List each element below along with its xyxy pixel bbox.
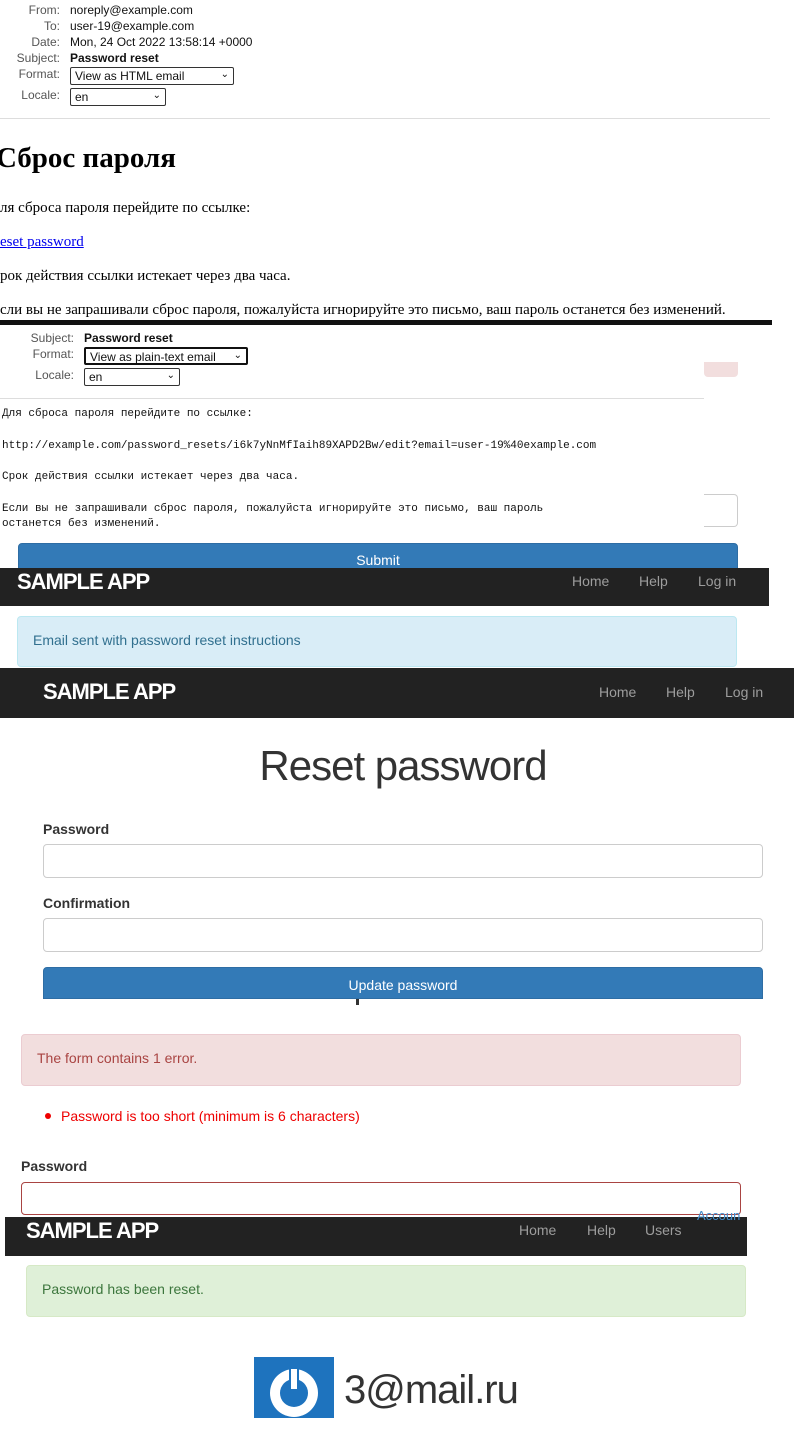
- navbar: SAMPLE APP Home Help Log in: [0, 568, 769, 606]
- brand-logo[interactable]: SAMPLE APP: [17, 569, 150, 595]
- date-label: Date:: [31, 35, 60, 49]
- avatar: [254, 1357, 334, 1418]
- update-password-button[interactable]: Update password: [43, 967, 763, 999]
- nav-home[interactable]: Home: [519, 1222, 556, 1238]
- navbar: SAMPLE APP Home Help Log in: [0, 668, 794, 718]
- format-select-value: View as HTML email: [75, 69, 185, 83]
- email-heading: Сброс пароля: [0, 142, 176, 174]
- chevron-down-icon: ⌄: [233, 350, 242, 361]
- error-item: Password is too short (minimum is 6 char…: [61, 1108, 360, 1124]
- format-label: Format:: [32, 347, 74, 361]
- nav-help[interactable]: Help: [587, 1222, 616, 1238]
- to-label: To:: [43, 19, 60, 33]
- email-paragraph-2: рок действия ссылки истекает через два ч…: [0, 268, 291, 284]
- locale-label: Locale:: [21, 88, 60, 102]
- format-select-value: View as plain-text email: [90, 350, 216, 364]
- submit-button[interactable]: Submit: [18, 543, 738, 569]
- info-alert-text: Email sent with password reset instructi…: [33, 632, 301, 648]
- text-line-5: останется без изменений.: [2, 518, 161, 530]
- password-input-error[interactable]: [21, 1182, 741, 1215]
- success-alert: Password has been reset.: [26, 1265, 746, 1317]
- locale-select[interactable]: en ⌄: [84, 368, 180, 386]
- password-label: Password: [21, 1158, 88, 1174]
- error-alert-text: The form contains 1 error.: [37, 1050, 198, 1066]
- reset-password-link[interactable]: eset password: [0, 234, 84, 251]
- chevron-down-icon: ⌄: [220, 69, 229, 80]
- navbar: SAMPLE APP Home Help Users Accoun: [5, 1208, 747, 1256]
- chevron-down-icon: ⌄: [152, 90, 161, 101]
- from-label: From:: [28, 3, 60, 17]
- password-label: Password: [43, 821, 110, 837]
- subject-value: Password reset: [84, 331, 173, 345]
- background-fragment: [356, 999, 359, 1005]
- info-alert: Email sent with password reset instructi…: [17, 616, 737, 667]
- background-input-fragment: [704, 494, 738, 527]
- submit-button-label: Submit: [356, 552, 400, 568]
- to-value: user-19@example.com: [70, 19, 195, 33]
- gravatar-logo-icon: [270, 1365, 318, 1417]
- panel-separator: [0, 320, 772, 325]
- email-paragraph-3: сли вы не запрашивали сброс пароля, пожа…: [0, 302, 726, 318]
- text-line-1: Для сброса пароля перейдите по ссылке:: [2, 408, 253, 420]
- profile-name: 3@mail.ru: [344, 1368, 519, 1412]
- format-label: Format:: [18, 67, 60, 81]
- from-value: noreply@example.com: [70, 3, 193, 17]
- bullet-icon: [45, 1113, 51, 1119]
- divider: [0, 118, 770, 119]
- nav-login[interactable]: Log in: [698, 573, 736, 589]
- background-alert-fragment: [704, 362, 738, 377]
- locale-select-value: en: [89, 370, 103, 384]
- text-line-4: Если вы не запрашивали сброс пароля, пож…: [2, 503, 544, 515]
- text-line-3: Срок действия ссылки истекает через два …: [2, 471, 300, 483]
- subject-value: Password reset: [70, 51, 159, 65]
- brand-logo[interactable]: SAMPLE APP: [26, 1218, 159, 1244]
- nav-help[interactable]: Help: [666, 684, 695, 700]
- format-select[interactable]: View as plain-text email ⌄: [84, 347, 248, 365]
- success-alert-text: Password has been reset.: [42, 1281, 204, 1297]
- nav-users[interactable]: Users: [645, 1222, 682, 1238]
- brand-logo[interactable]: SAMPLE APP: [43, 679, 176, 705]
- error-alert: The form contains 1 error.: [21, 1034, 741, 1086]
- locale-select[interactable]: en ⌄: [70, 88, 166, 106]
- subject-label: Subject:: [16, 51, 60, 65]
- nav-login[interactable]: Log in: [725, 684, 763, 700]
- nav-account-partial[interactable]: Accoun: [697, 1208, 740, 1223]
- nav-home[interactable]: Home: [572, 573, 609, 589]
- date-value: Mon, 24 Oct 2022 13:58:14 +0000: [70, 35, 253, 49]
- nav-home[interactable]: Home: [599, 684, 636, 700]
- locale-select-value: en: [75, 90, 89, 104]
- locale-label: Locale:: [35, 368, 74, 382]
- divider: [0, 398, 704, 399]
- update-password-label: Update password: [348, 977, 458, 993]
- chevron-down-icon: ⌄: [166, 370, 175, 381]
- nav-help[interactable]: Help: [639, 573, 668, 589]
- text-line-2: http://example.com/password_resets/i6k7y…: [2, 440, 597, 452]
- format-select[interactable]: View as HTML email ⌄: [70, 67, 234, 85]
- password-input[interactable]: [43, 844, 763, 878]
- page-title: Reset password: [259, 742, 547, 789]
- email-paragraph-1: ля сброса пароля перейдите по ссылке:: [0, 200, 251, 216]
- confirmation-input[interactable]: [43, 918, 763, 952]
- confirmation-label: Confirmation: [43, 895, 131, 911]
- subject-label: Subject:: [30, 331, 74, 345]
